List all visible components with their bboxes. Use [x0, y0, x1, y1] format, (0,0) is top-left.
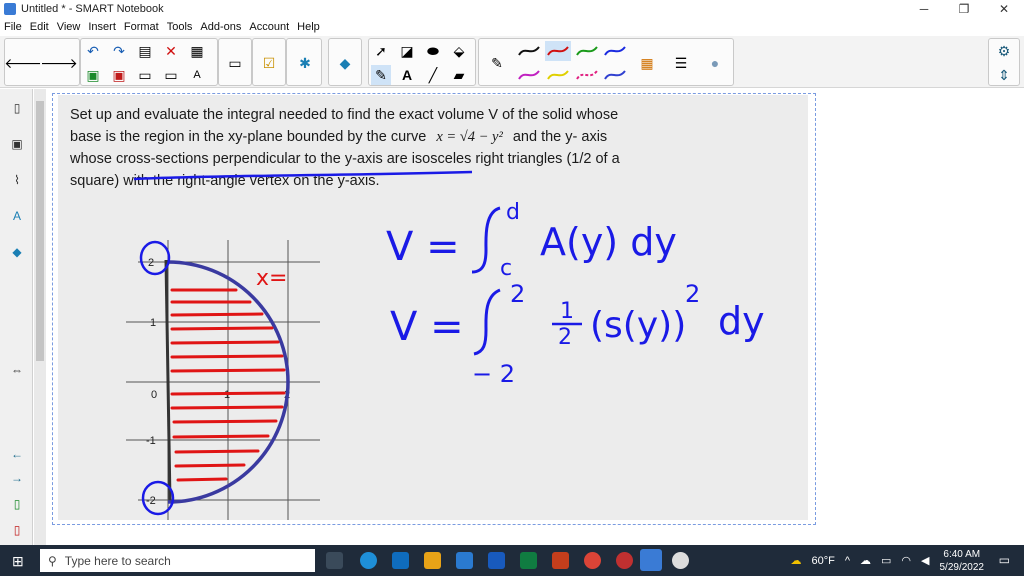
eq2-lower-limit: − 2	[472, 360, 515, 388]
y-tick-0: 0	[151, 389, 157, 401]
eq2-lhs: V =	[390, 304, 464, 350]
notifications-icon[interactable]: ▭	[999, 553, 1010, 567]
wifi-icon[interactable]: ◠	[901, 554, 911, 567]
underline-stroke	[133, 170, 473, 181]
chevron-up-icon[interactable]: ^	[845, 555, 850, 567]
eq1-lhs: V =	[386, 224, 460, 270]
x-equals-label: x=	[256, 266, 287, 291]
word-icon[interactable]	[488, 552, 505, 569]
eq1-upper-limit: d	[506, 200, 520, 225]
windows-taskbar: ⊞ ⚲ Type here to search ☁ 60°F ^ ☁ ▭ ◠ ◀…	[0, 545, 1024, 576]
eq1-integral-sign	[471, 206, 501, 274]
search-icon: ⚲	[48, 553, 57, 568]
eq2-tail: dy	[718, 299, 765, 343]
chrome-icon[interactable]	[584, 552, 601, 569]
excel-icon[interactable]	[520, 552, 537, 569]
chrome-profile-icon[interactable]	[616, 552, 633, 569]
eq2-integral-sign	[473, 288, 501, 356]
eq2-upper-limit: 2	[510, 280, 525, 308]
volume-icon[interactable]: ◀	[921, 554, 929, 567]
network-icon[interactable]: ▭	[881, 554, 891, 567]
clock-time: 6:40 AM	[943, 548, 981, 560]
y-axis	[164, 259, 172, 503]
edge-icon[interactable]	[360, 552, 377, 569]
y-tick-2: 2	[148, 257, 154, 269]
clock-date: 5/29/2022	[939, 561, 985, 573]
eq2-fraction-numerator: 1	[560, 299, 574, 324]
outlook-icon[interactable]	[392, 552, 409, 569]
weather-temp[interactable]: 60°F	[811, 555, 834, 567]
eq2-body: (s(y))	[590, 305, 686, 346]
eq1-body: A(y) dy	[540, 220, 677, 264]
y-tick-neg2: -2	[146, 495, 156, 507]
ink-overlay: 2 1 0 -1 -2 1 2 x= V = d c A(y) dy	[126, 170, 765, 520]
circle-upper-limit	[139, 240, 171, 276]
windows-start-icon[interactable]: ⊞	[12, 553, 24, 570]
onedrive-icon[interactable]: ☁	[860, 554, 871, 567]
smart-notebook-taskbar-icon[interactable]	[640, 549, 662, 571]
powerpoint-icon[interactable]	[552, 552, 569, 569]
weather-icon: ☁	[790, 555, 802, 567]
eq2-fraction-denominator: 2	[558, 325, 572, 350]
eq1-lower-limit: c	[500, 256, 512, 281]
search-placeholder: Type here to search	[64, 553, 171, 568]
store-icon[interactable]	[456, 552, 473, 569]
taskbar-search[interactable]: ⚲ Type here to search	[40, 549, 315, 572]
system-tray: ☁ 60°F ^ ☁ ▭ ◠ ◀ 6:40 AM 5/29/2022	[790, 545, 984, 576]
task-view-icon[interactable]	[326, 552, 343, 569]
file-explorer-icon[interactable]	[424, 552, 441, 569]
eq2-exponent: 2	[685, 280, 700, 308]
y-tick-neg1: -1	[146, 435, 156, 447]
clock[interactable]: 6:40 AM 5/29/2022	[940, 548, 985, 574]
y-tick-1: 1	[150, 317, 156, 329]
clock-app-icon[interactable]	[672, 552, 689, 569]
